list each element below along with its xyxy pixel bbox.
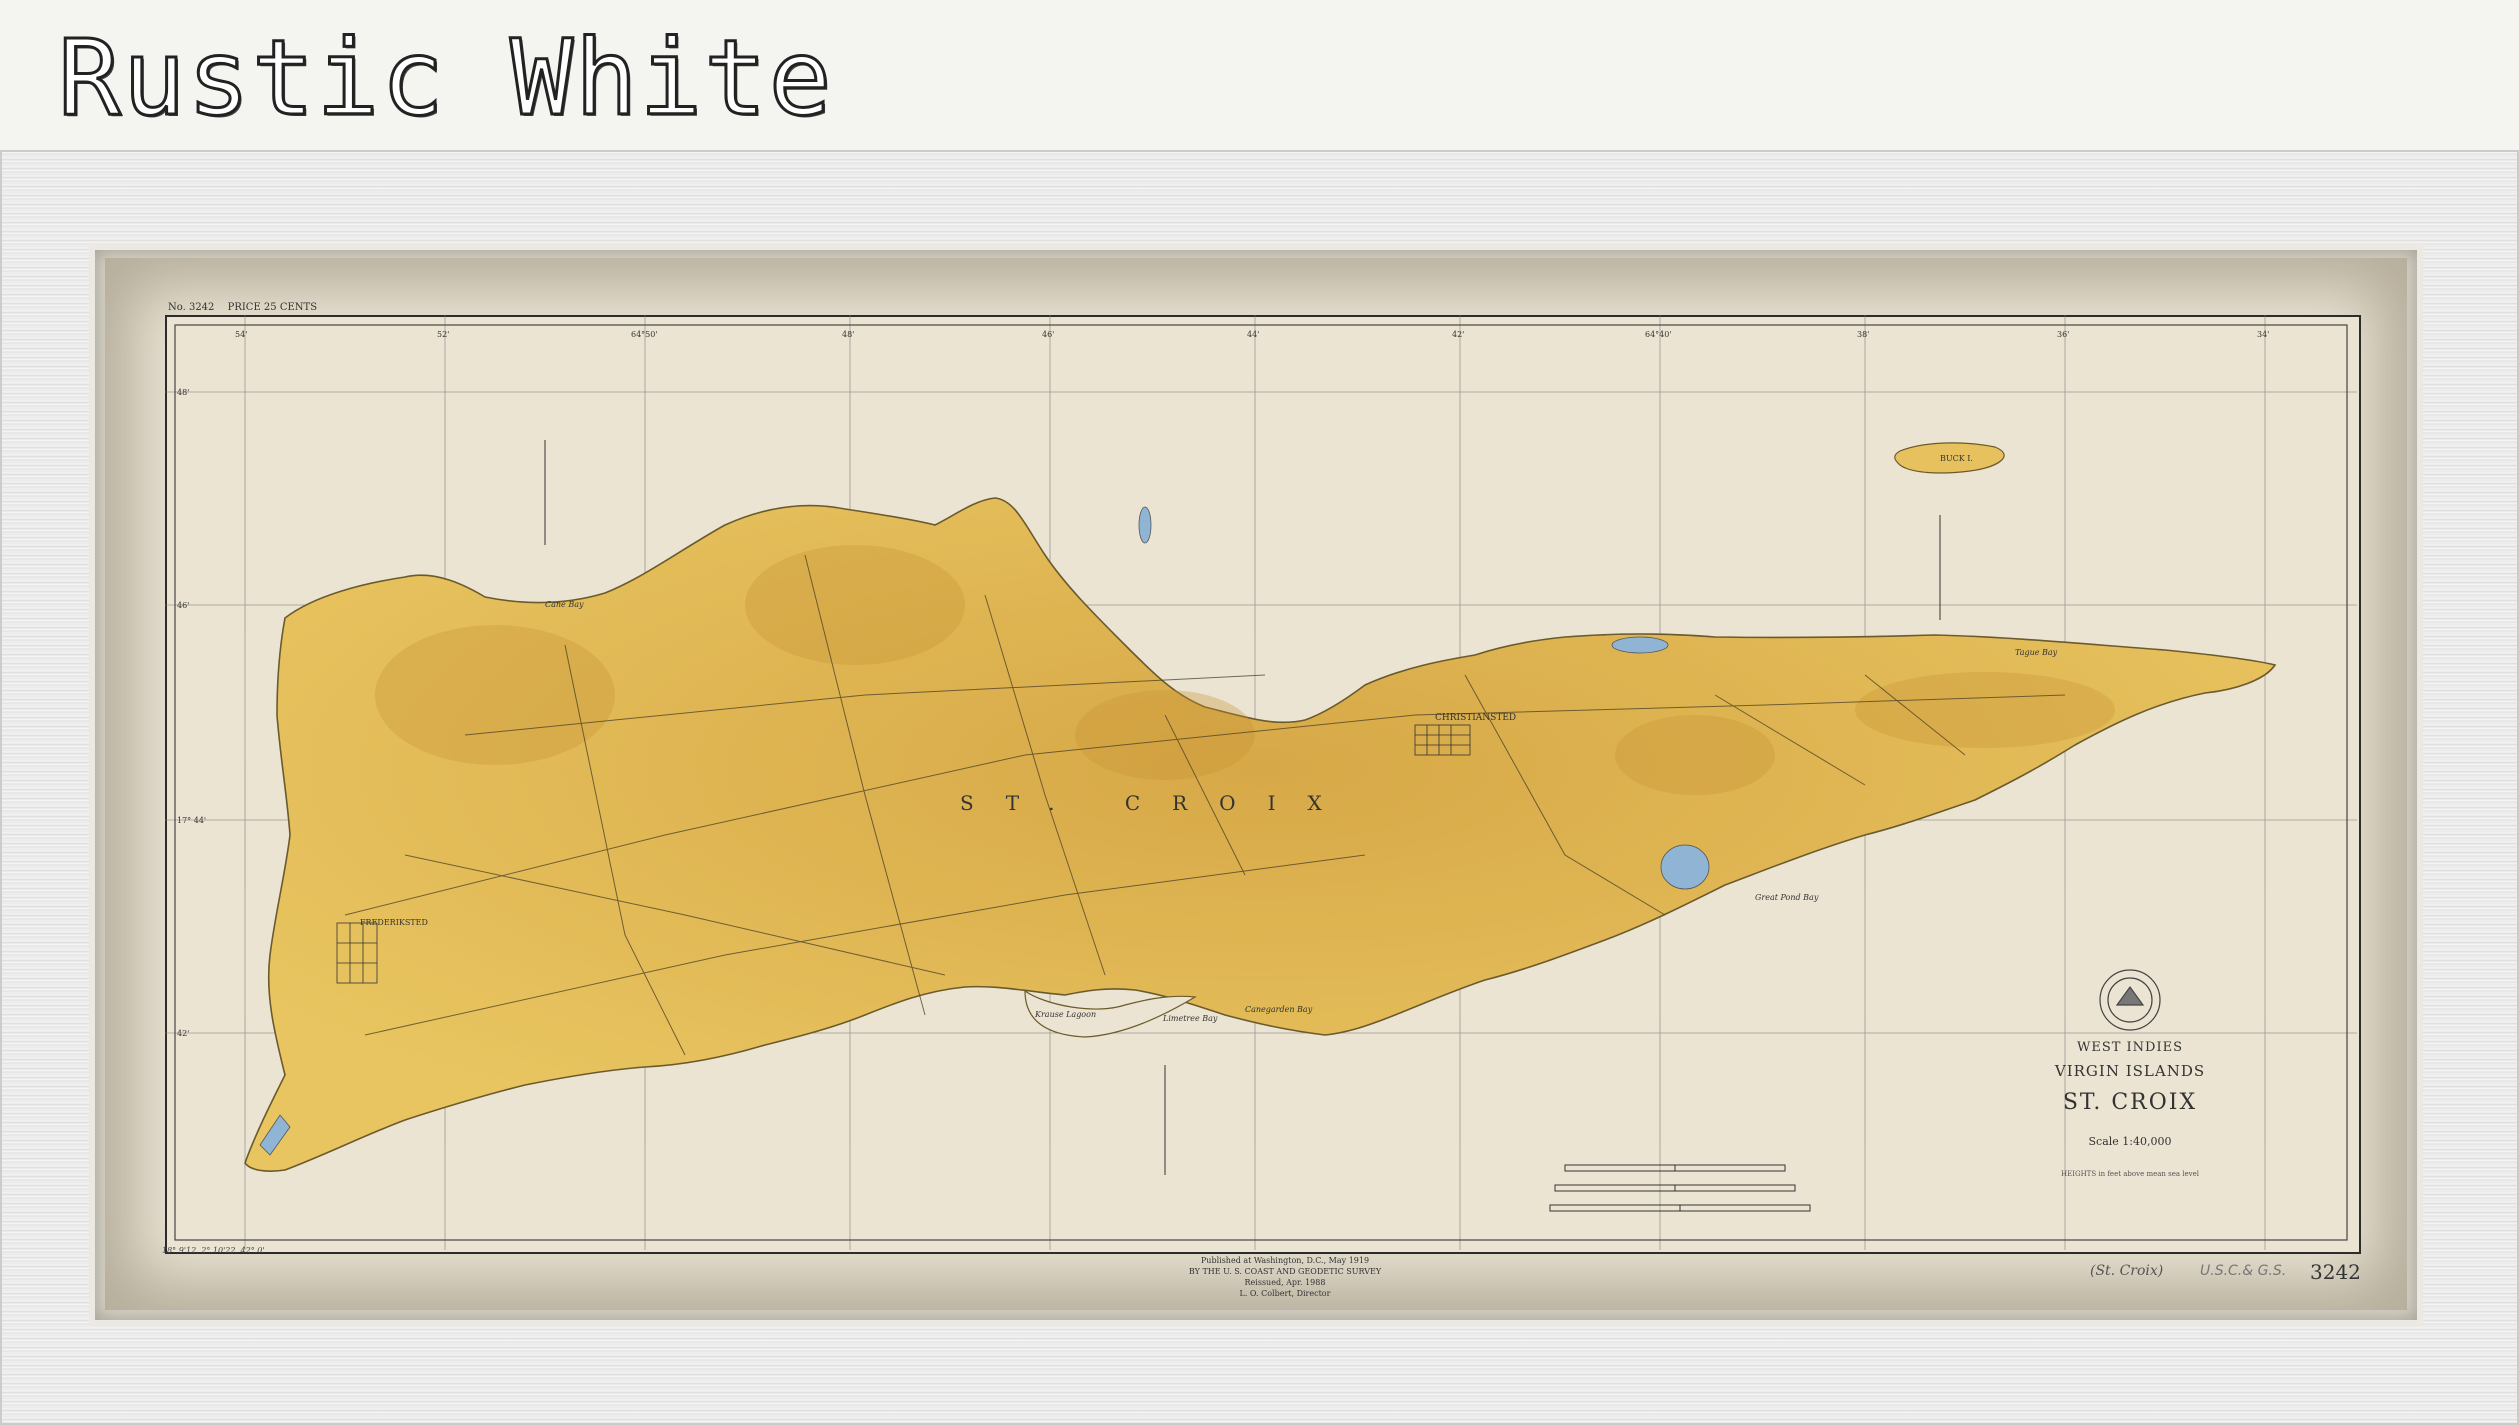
publisher-block: Published at Washington, D.C., May 1919 … [1160,1255,1410,1299]
publisher-line-2: BY THE U. S. COAST AND GEODETIC SURVEY [1188,1267,1382,1276]
bay-label-6: Tague Bay [2015,648,2058,657]
bay-label-4: Krause Lagoon [1034,1010,1096,1019]
chart-number: No. 3242 [168,302,215,313]
great-pond [1660,844,1710,890]
salt-river-pond [1138,506,1152,544]
lon-tick-top-5: 44' [1247,330,1259,339]
bay-label-3: Great Pond Bay [1755,893,1819,902]
lon-tick-top-6: 42' [1452,330,1464,339]
buck-island-label: BUCK I. [1940,454,1973,463]
lat-tick-2: 17° 44' [177,816,206,825]
footer-number: 3242 [2310,1260,2361,1284]
lon-tick-top-9: 36' [2057,330,2069,339]
island-name-label: ST. CROIX [960,791,1354,815]
publisher-line-1: Published at Washington, D.C., May 1919 [1200,1256,1370,1265]
bay-label-2: Canegarden Bay [1245,1005,1313,1014]
lon-tick-top-0: 54' [235,330,247,339]
title-region: WEST INDIES [2076,1040,2184,1055]
title-islands: VIRGIN ISLANDS [2054,1062,2206,1080]
footer-agency: U.S.C.& G.S. [2200,1263,2287,1279]
lon-tick-top-3: 48' [842,330,854,339]
banner: Rustic White [0,0,2519,150]
chart-price: PRICE 25 CENTS [227,302,318,313]
bay-label-0: Cane Bay [545,600,584,609]
heights-note: HEIGHTS in feet above mean sea level [2061,1170,2199,1178]
corner-note: 18°.9'12, 2°.10'22, 42°.0' [162,1246,265,1255]
christiansted-label: CHRISTIANSTED [1435,713,1516,723]
nautical-chart: ST. CROIX CHRISTIANSTED FREDERIKSTED BUC… [165,315,2357,1250]
southgate-pond [1611,636,1669,654]
lon-tick-top-1: 52' [437,330,449,339]
publisher-line-4: L. O. Colbert, Director [1239,1289,1331,1298]
lon-tick-top-4: 46' [1042,330,1054,339]
lon-tick-top-10: 34' [2257,330,2269,339]
banner-title: Rustic White [56,17,834,140]
lon-tick-top-7: 64°40' [1645,330,1672,339]
lon-tick-top-2: 64°50' [631,330,658,339]
st-croix-island [244,497,2277,1172]
lat-tick-1: 46' [177,601,189,610]
survey-seal [2099,969,2161,1031]
bay-label-1: Limetree Bay [1162,1014,1218,1023]
publisher-line-3: Reissued, Apr. 1988 [1244,1278,1326,1287]
footer-place: (St. Croix) [2090,1263,2164,1279]
frederiksted-label: FREDERIKSTED [360,918,428,927]
chart-header: No. 3242 PRICE 25 CENTS [168,302,327,313]
lon-tick-top-8: 38' [1857,330,1869,339]
lat-tick-0: 48' [177,388,189,397]
title-name: ST. CROIX [2062,1090,2198,1115]
scale-bars [1549,1164,1811,1212]
title-scale: Scale 1:40,000 [2088,1135,2172,1148]
lat-tick-3: 42' [177,1029,189,1038]
